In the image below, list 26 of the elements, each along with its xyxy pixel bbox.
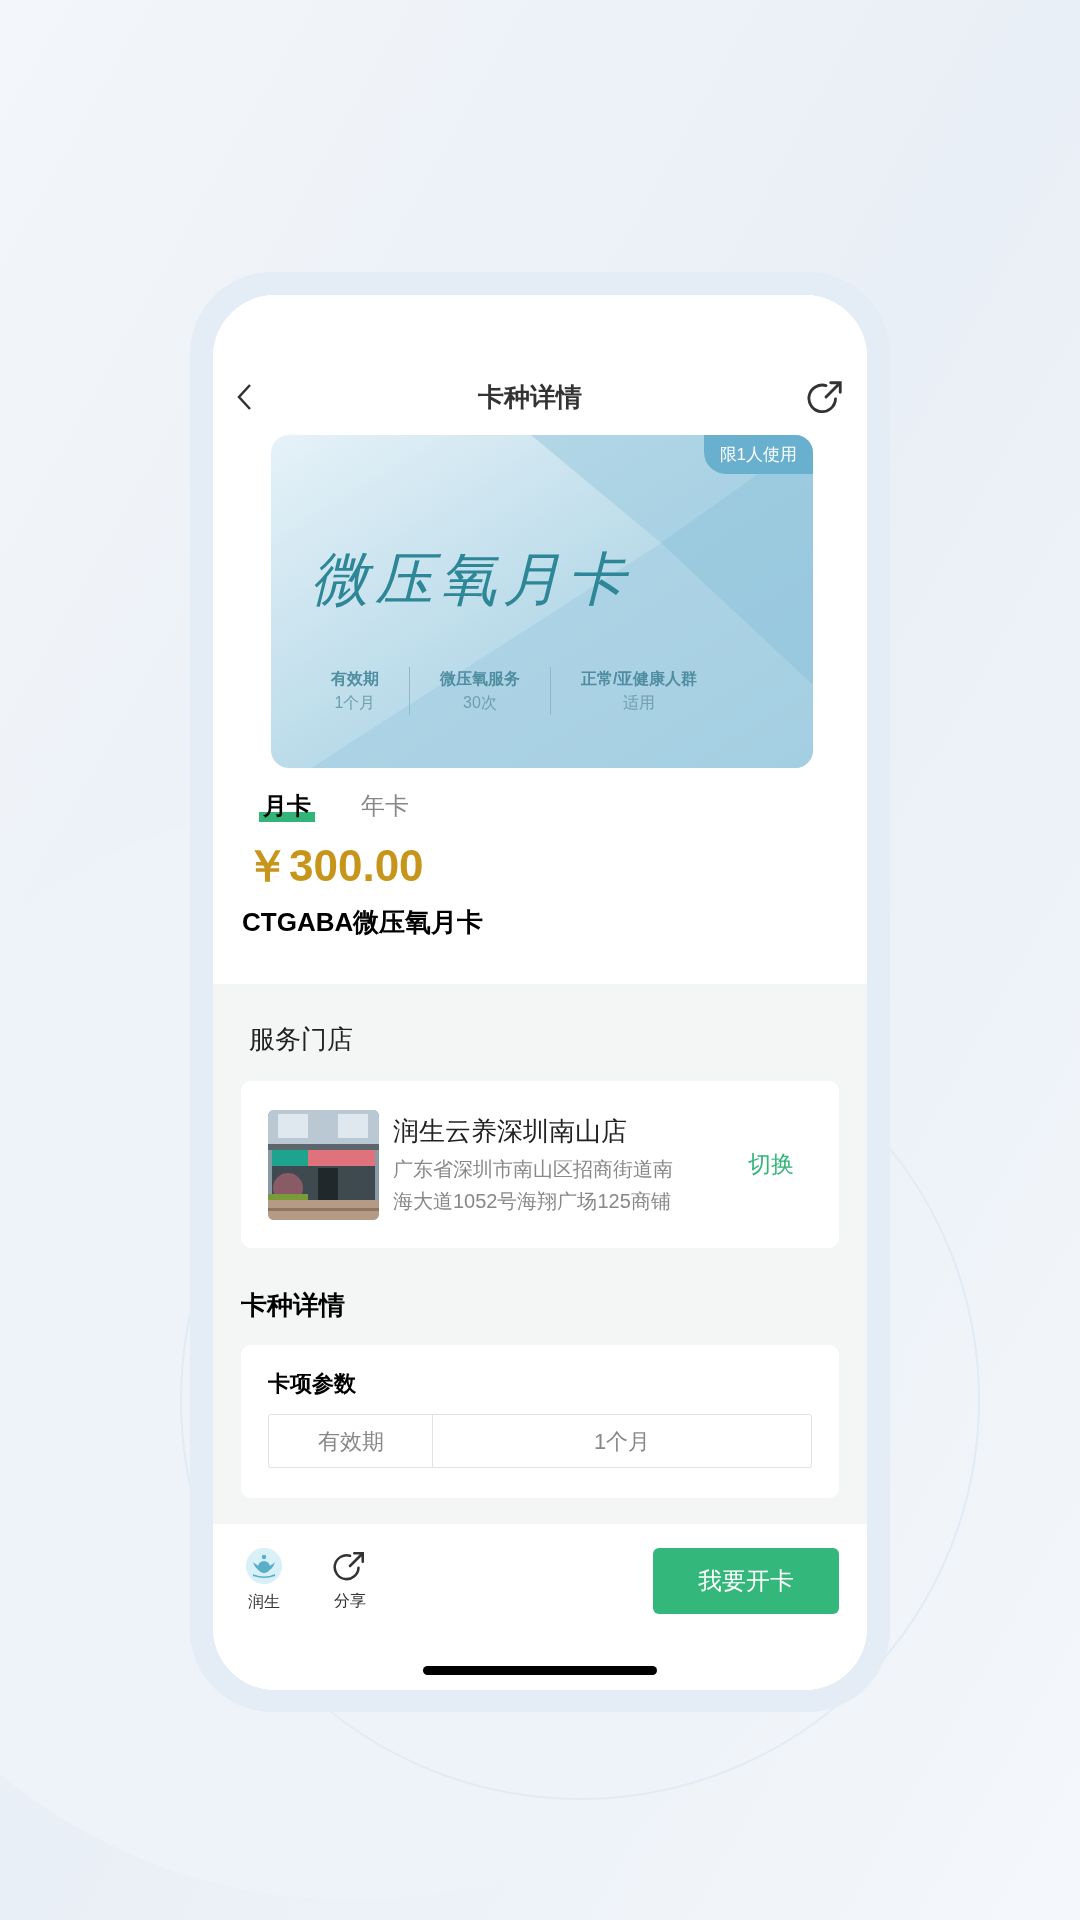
share-icon[interactable] [807,378,845,416]
section-title: 卡种详情 [241,1289,346,1322]
card-title: 微压氧月卡 [311,545,631,613]
bottom-bar-label: 润生 [248,1592,280,1612]
section-title: 服务门店 [248,1023,354,1056]
product-name: CTGABA微压氧月卡 [241,906,485,939]
card-stat-value: 适用 [623,693,656,713]
page-title: 卡种详情 [478,380,582,414]
card-stat-label: 正常/亚健康人群 [581,669,698,689]
bottom-bar-label: 分享 [334,1591,366,1611]
table-cell-text: 1个月 [592,1427,652,1456]
switch-store-link[interactable]: 切换 [748,1147,794,1182]
card-stat-label: 微压氧服务 [440,669,520,689]
share-icon[interactable] [333,1549,367,1583]
params-title: 卡项参数 [268,1370,357,1398]
price: ￥300.00 [244,840,425,892]
table-cell: 有效期 [269,1415,433,1467]
store-address: 广东省深圳市南山区招商街道南海大道1052号海翔广场125商铺 [393,1156,674,1214]
open-card-button[interactable]: 我要开卡 [653,1548,839,1614]
user-limit-badge: 限1人使用 [703,435,813,474]
card-stat-value: 1个月 [334,693,376,713]
card-stat-label: 有效期 [331,669,379,689]
card-type-tab[interactable]: 年卡 [361,788,409,824]
back-icon[interactable] [235,382,253,412]
card-stat-value: 30次 [463,693,497,713]
store-name: 润生云养深圳南山店 [393,1114,628,1148]
